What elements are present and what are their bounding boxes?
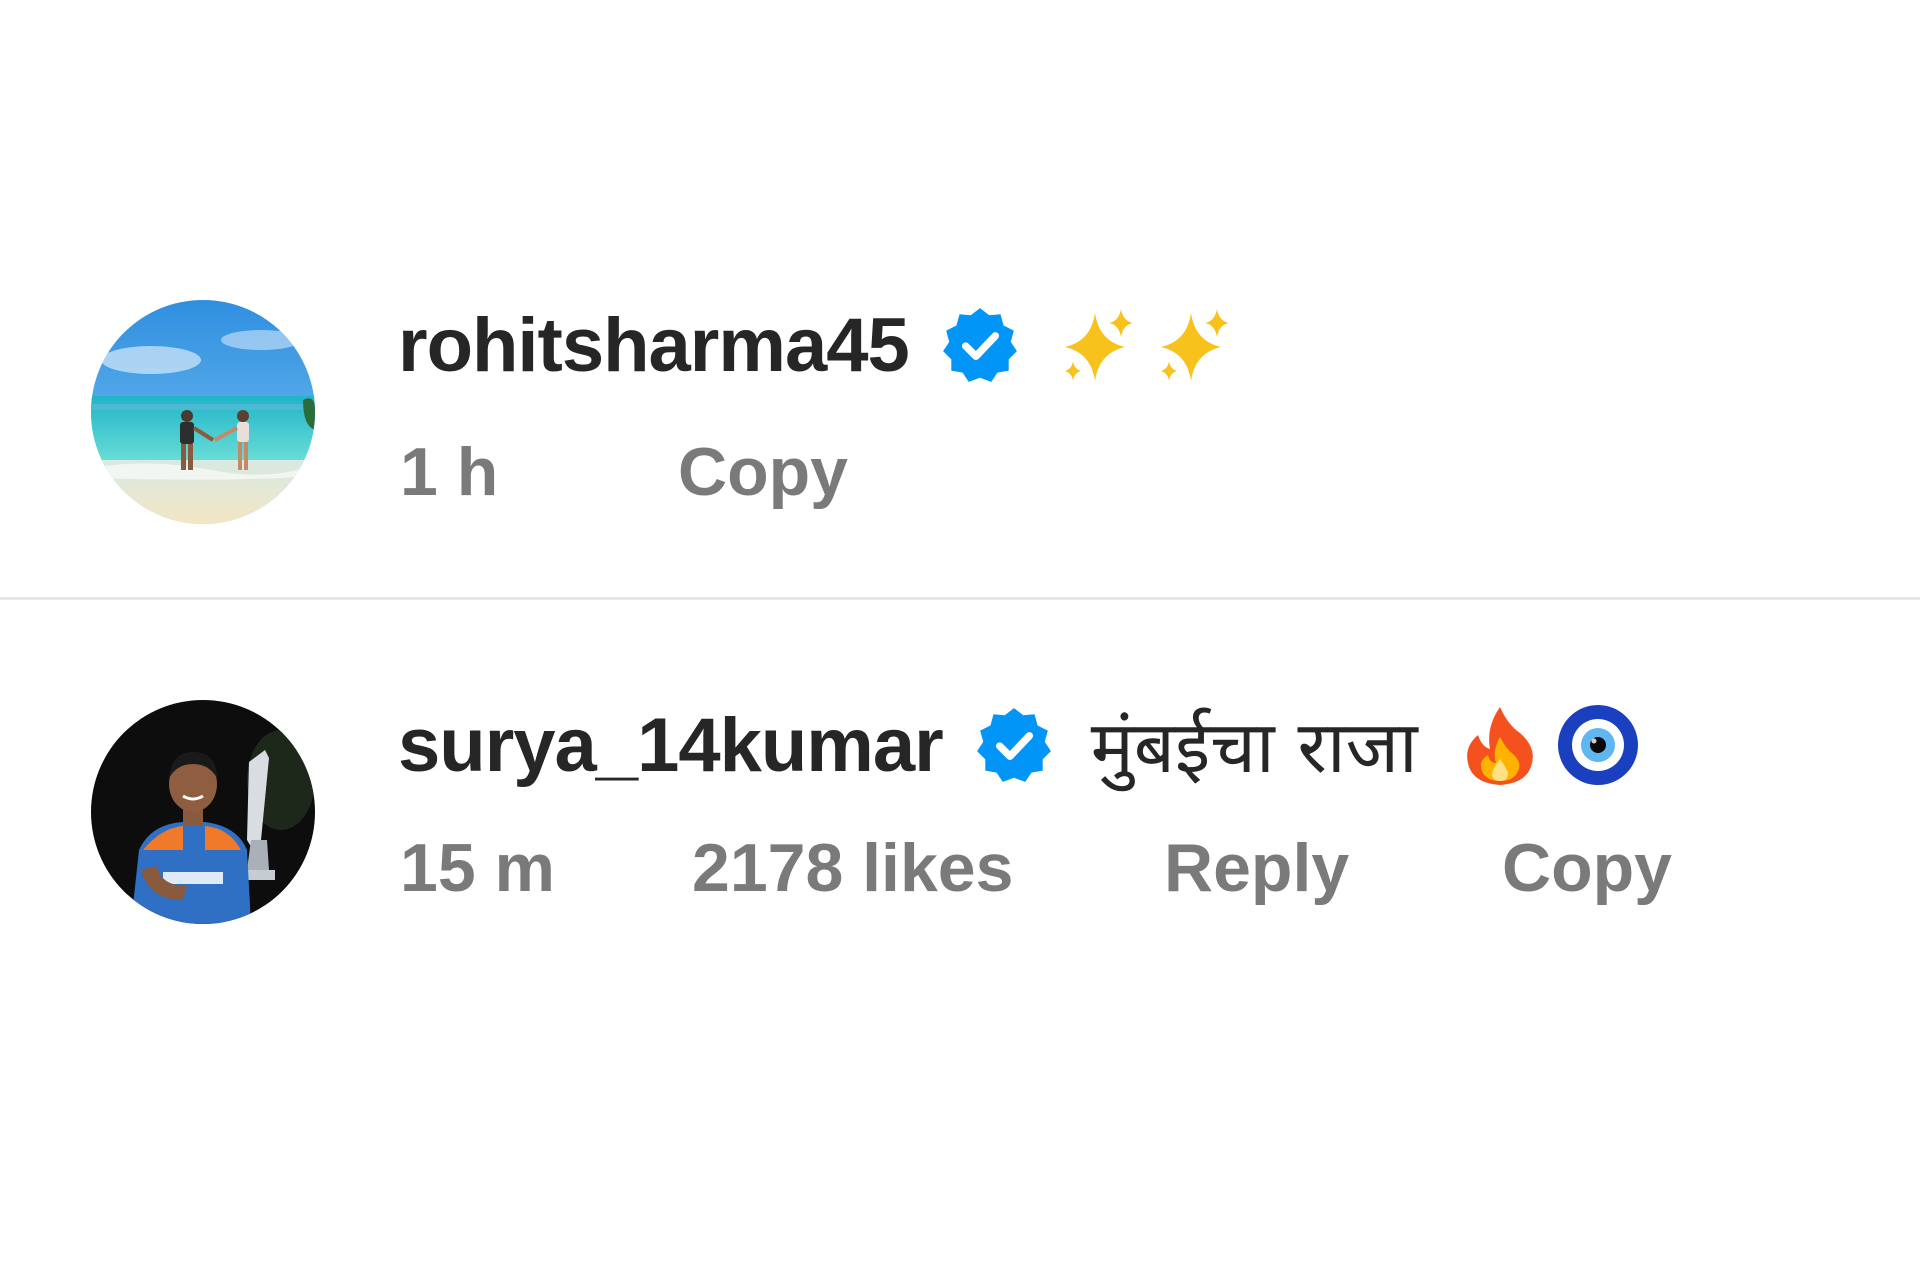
copy-button[interactable]: Copy bbox=[678, 432, 848, 512]
comments-list: rohitsharma45 1 h Copy surya_14kumar मुं… bbox=[0, 0, 1920, 1280]
avatar-photo bbox=[91, 300, 315, 524]
reply-button[interactable]: Reply bbox=[1164, 828, 1349, 908]
comment-item: surya_14kumar मुंबईचा राजा 15 m 2178 lik… bbox=[0, 698, 1920, 998]
avatar[interactable] bbox=[91, 300, 315, 524]
avatar[interactable] bbox=[91, 700, 315, 924]
copy-button[interactable]: Copy bbox=[1502, 828, 1672, 908]
likes-count[interactable]: 2178 likes bbox=[692, 828, 1013, 908]
divider bbox=[0, 597, 1920, 600]
timestamp: 15 m bbox=[400, 830, 555, 906]
nazar-amulet-icon bbox=[1556, 703, 1640, 787]
comment-item: rohitsharma45 1 h Copy bbox=[0, 300, 1920, 600]
verified-badge-icon bbox=[939, 304, 1021, 386]
sparkles-icon bbox=[1151, 303, 1235, 387]
fire-icon bbox=[1458, 703, 1542, 787]
avatar-photo bbox=[91, 700, 315, 924]
comment-text: मुंबईचा राजा bbox=[1090, 705, 1418, 789]
comment-header: surya_14kumar मुंबईचा राजा bbox=[398, 700, 1640, 790]
timestamp: 1 h bbox=[400, 434, 499, 510]
verified-badge-icon bbox=[973, 704, 1055, 786]
comment-header: rohitsharma45 bbox=[398, 300, 1235, 390]
sparkles-icon bbox=[1055, 303, 1139, 387]
username[interactable]: rohitsharma45 bbox=[398, 302, 910, 389]
username[interactable]: surya_14kumar bbox=[398, 702, 944, 789]
